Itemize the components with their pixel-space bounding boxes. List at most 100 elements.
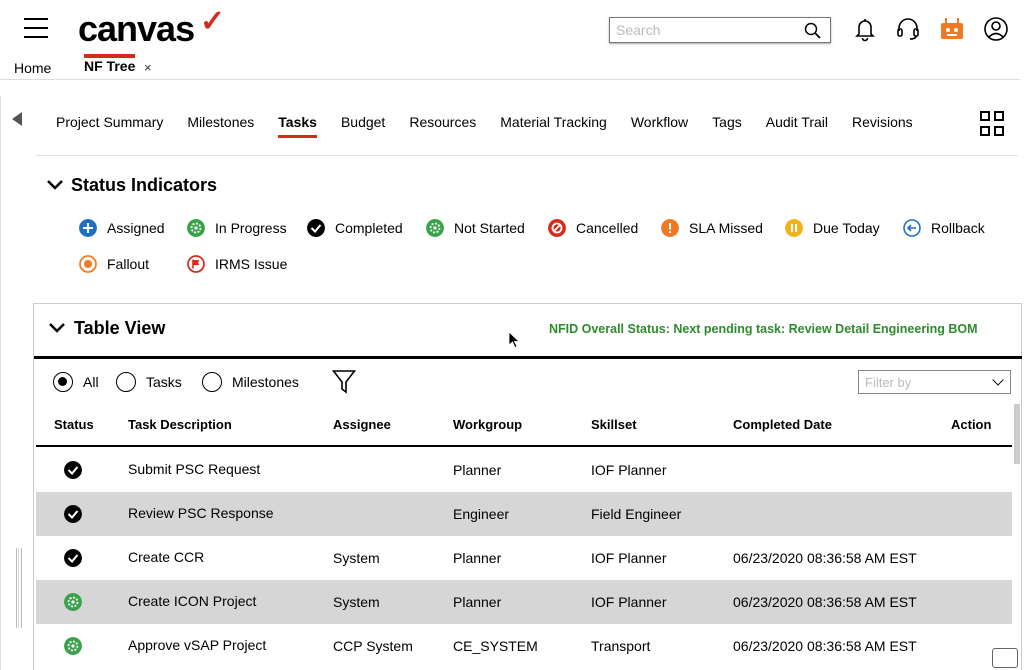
overall-status: NFID Overall Status: Next pending task: … xyxy=(549,322,978,336)
tab-resources[interactable]: Resources xyxy=(409,114,476,130)
search-input[interactable] xyxy=(614,19,804,41)
bell-icon[interactable] xyxy=(851,15,879,43)
radio-tasks[interactable]: Tasks xyxy=(116,372,182,392)
header-divider xyxy=(0,79,1020,80)
table-view-divider xyxy=(34,356,1022,359)
left-divider xyxy=(0,96,1,670)
cell-assignee: System xyxy=(333,594,380,610)
ban-circle-icon xyxy=(548,219,566,237)
check-circle-icon xyxy=(64,549,82,567)
radio-all[interactable]: All xyxy=(53,372,99,392)
search-icon[interactable] xyxy=(804,22,822,40)
indicator-not-started: Not Started xyxy=(426,219,525,237)
radio-circle[interactable] xyxy=(53,372,73,392)
close-tab-icon[interactable]: × xyxy=(144,60,152,75)
cell-skillset: Field Engineer xyxy=(591,506,682,522)
check-circle-icon xyxy=(307,219,325,237)
cell-task[interactable]: Approve vSAP Project xyxy=(128,637,266,653)
cell-task[interactable]: Create CCR xyxy=(128,549,204,565)
cell-skillset: IOF Planner xyxy=(591,550,667,566)
resize-handle[interactable] xyxy=(16,548,22,628)
check-circle-icon xyxy=(64,461,82,479)
user-icon[interactable] xyxy=(982,15,1010,43)
logo-check-icon: ✓ xyxy=(200,5,226,38)
filter-icon[interactable] xyxy=(332,369,356,395)
gear-circle-icon xyxy=(64,637,82,655)
radio-label: Tasks xyxy=(146,374,182,390)
indicator-assigned: Assigned xyxy=(79,219,165,237)
cell-skillset: Transport xyxy=(591,638,651,654)
radio-milestones[interactable]: Milestones xyxy=(202,372,299,392)
indicator-label: Fallout xyxy=(107,256,150,272)
table-row[interactable]: Submit PSC Request Planner IOF Planner xyxy=(36,448,1012,492)
indicator-label: SLA Missed xyxy=(689,220,763,236)
filter-by-placeholder: Filter by xyxy=(865,375,912,390)
pause-circle-icon xyxy=(785,219,803,237)
cell-task[interactable]: Submit PSC Request xyxy=(128,461,260,477)
grid-view-icon[interactable] xyxy=(980,111,1006,137)
cell-workgroup: Planner xyxy=(453,462,502,478)
tab-milestones[interactable]: Milestones xyxy=(187,114,254,130)
table-row[interactable]: Review PSC Response Engineer Field Engin… xyxy=(36,492,1012,536)
cell-assignee: CCP System xyxy=(333,638,413,654)
indicator-fallout: Fallout xyxy=(79,255,149,273)
tab-workflow[interactable]: Workflow xyxy=(631,114,688,130)
cell-completed: 06/23/2020 08:36:58 AM EST xyxy=(733,638,917,654)
check-circle-icon xyxy=(64,505,82,523)
col-task-description[interactable]: Task Description xyxy=(128,417,232,432)
col-completed-date[interactable]: Completed Date xyxy=(733,417,832,432)
cell-completed: 06/23/2020 08:36:58 AM EST xyxy=(733,550,917,566)
cell-task[interactable]: Review PSC Response xyxy=(128,505,274,521)
tab-revisions[interactable]: Revisions xyxy=(852,114,913,130)
col-action: Action xyxy=(951,417,992,432)
tab-material-tracking[interactable]: Material Tracking xyxy=(500,114,607,130)
cell-task[interactable]: Create ICON Project xyxy=(128,593,256,609)
col-assignee[interactable]: Assignee xyxy=(333,417,391,432)
search-box[interactable] xyxy=(609,17,831,43)
chevron-down-icon[interactable] xyxy=(46,178,64,192)
gear-circle-icon xyxy=(426,219,444,237)
scrollbar[interactable] xyxy=(1014,404,1020,464)
headset-icon[interactable] xyxy=(894,15,922,43)
menu-icon[interactable] xyxy=(24,18,48,38)
indicator-label: IRMS Issue xyxy=(215,256,288,272)
chevron-down-icon[interactable] xyxy=(48,321,66,335)
chat-icon[interactable] xyxy=(992,648,1018,668)
indicator-label: Completed xyxy=(335,220,403,236)
indicator-label: Assigned xyxy=(107,220,165,236)
tab-project-summary[interactable]: Project Summary xyxy=(56,114,163,130)
nav-divider xyxy=(36,155,1018,156)
logo: canvas xyxy=(78,8,195,49)
indicator-label: In Progress xyxy=(215,220,287,236)
table-header: Status Task Description Assignee Workgro… xyxy=(36,404,1012,447)
plus-circle-icon xyxy=(79,219,97,237)
col-workgroup[interactable]: Workgroup xyxy=(453,417,522,432)
radio-label: Milestones xyxy=(232,374,299,390)
filter-by-select[interactable]: Filter by xyxy=(858,370,1011,394)
robot-icon[interactable] xyxy=(938,15,966,43)
cell-assignee: System xyxy=(333,550,380,566)
indicator-label: Not Started xyxy=(454,220,525,236)
table-row[interactable]: Create CCR System Planner IOF Planner 06… xyxy=(36,536,1012,580)
col-status[interactable]: Status xyxy=(54,417,94,432)
table-row[interactable]: Approve vSAP Project CCP System CE_SYSTE… xyxy=(36,624,1012,668)
tab-tags[interactable]: Tags xyxy=(712,114,742,130)
col-skillset[interactable]: Skillset xyxy=(591,417,637,432)
tab-budget[interactable]: Budget xyxy=(341,114,385,130)
indicator-label: Rollback xyxy=(931,220,985,236)
table-row[interactable]: Create ICON Project System Planner IOF P… xyxy=(36,580,1012,624)
nav-tabs: Project Summary Milestones Tasks Budget … xyxy=(56,114,937,138)
radio-circle[interactable] xyxy=(202,372,222,392)
cell-skillset: IOF Planner xyxy=(591,594,667,610)
radio-label: All xyxy=(83,374,99,390)
indicator-sla-missed: SLA Missed xyxy=(661,219,763,237)
collapse-left-icon[interactable] xyxy=(12,112,22,126)
indicator-label: Cancelled xyxy=(576,220,639,236)
gear-circle-icon xyxy=(187,219,205,237)
tab-audit-trail[interactable]: Audit Trail xyxy=(766,114,828,130)
breadcrumb-home[interactable]: Home xyxy=(14,60,51,76)
radio-circle[interactable] xyxy=(116,372,136,392)
arrow-left-circle-icon xyxy=(903,219,921,237)
tab-tasks[interactable]: Tasks xyxy=(278,114,317,138)
tab-nf-tree[interactable]: NF Tree xyxy=(84,58,135,74)
